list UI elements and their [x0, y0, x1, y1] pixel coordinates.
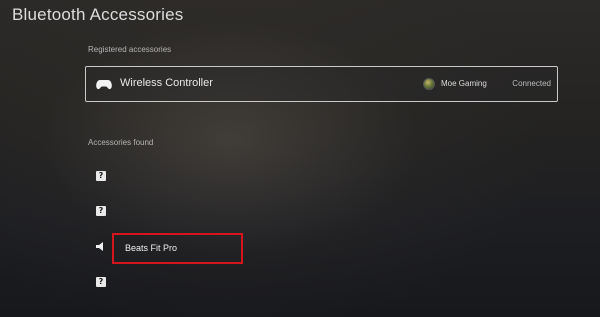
unknown-device-icon: ?	[96, 206, 106, 216]
registered-device-wireless-controller[interactable]: Wireless Controller Moe Gaming Connected	[85, 66, 558, 102]
speaker-icon	[96, 242, 103, 251]
device-name: Beats Fit Pro	[125, 243, 178, 253]
connection-status: Connected	[512, 79, 551, 88]
found-accessory-unknown-3[interactable]: ?	[90, 272, 390, 294]
user-name: Moe Gaming	[441, 79, 487, 88]
found-accessory-unknown-2[interactable]: ?	[90, 201, 390, 223]
found-accessory-unknown-1[interactable]: ?	[90, 166, 390, 188]
highlight-box[interactable]: Beats Fit Pro	[112, 233, 243, 264]
device-name: Wireless Controller	[120, 77, 213, 89]
accessories-found-heading: Accessories found	[88, 138, 154, 147]
avatar	[423, 78, 435, 90]
unknown-device-icon: ?	[96, 171, 106, 181]
page-title: Bluetooth Accessories	[12, 5, 184, 24]
registered-accessories-heading: Registered accessories	[88, 45, 172, 54]
unknown-device-icon: ?	[96, 277, 106, 287]
gamepad-icon	[96, 80, 112, 90]
